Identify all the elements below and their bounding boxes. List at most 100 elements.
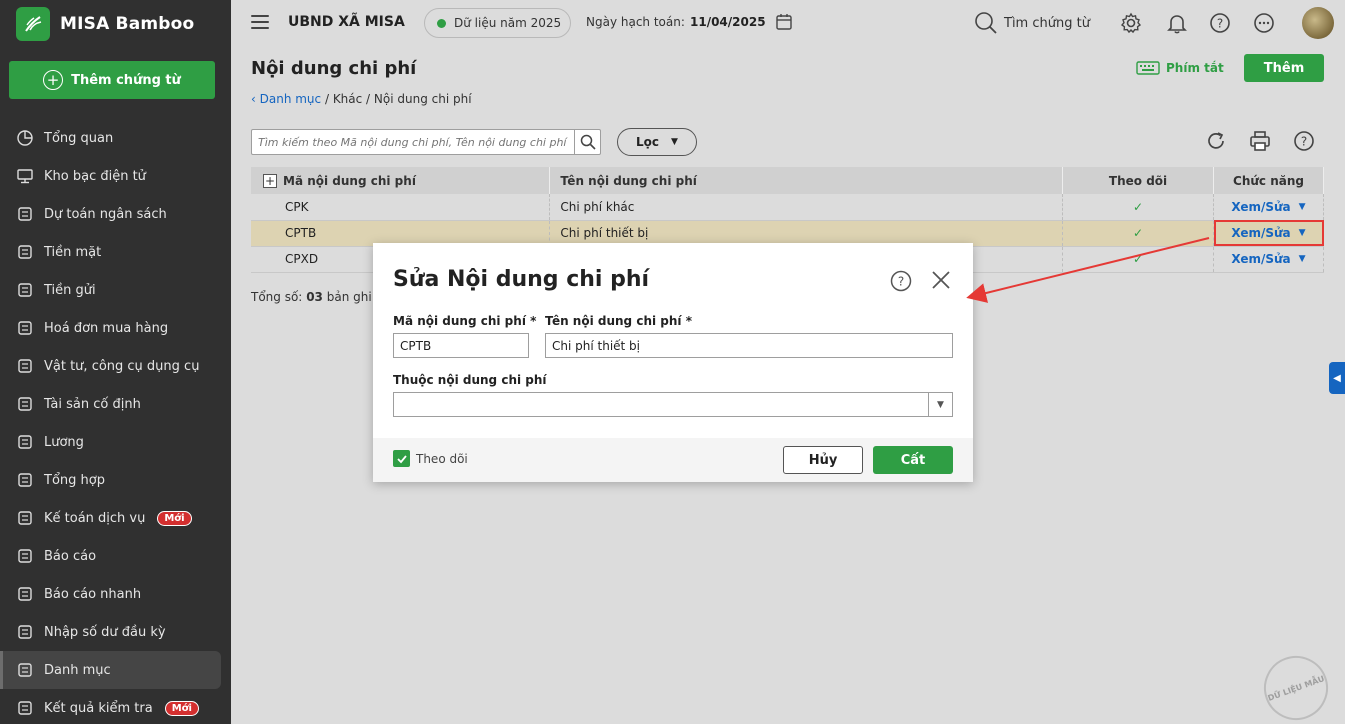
sidebar-item-0[interactable]: Tổng quan	[0, 119, 231, 157]
svg-text:?: ?	[1301, 135, 1307, 149]
refresh-icon[interactable]	[1205, 130, 1227, 156]
checkmark-icon	[393, 450, 410, 467]
sidebar-item-14[interactable]: Danh mục	[0, 651, 221, 689]
shortcut-label: Phím tắt	[1166, 61, 1224, 75]
sidebar-item-label: Báo cáo	[44, 548, 97, 564]
data-year-selector[interactable]: Dữ liệu năm 2025	[424, 8, 571, 38]
view-edit-link[interactable]: Xem/Sửa	[1231, 252, 1290, 266]
sidebar-item-12[interactable]: Báo cáo nhanh	[0, 575, 231, 613]
caret-down-icon[interactable]: ▼	[1299, 254, 1306, 264]
view-edit-link[interactable]: Xem/Sửa	[1231, 200, 1290, 214]
tools-icon	[18, 359, 32, 373]
sidebar-item-1[interactable]: Kho bạc điện tử	[0, 157, 231, 195]
summary-icon	[18, 473, 32, 487]
voucher-search[interactable]: Tìm chứng từ	[974, 11, 1090, 35]
track-checkbox-label: Theo dõi	[416, 451, 468, 466]
hamburger-menu-icon[interactable]	[251, 15, 269, 29]
chevron-left-icon: ◀	[1333, 372, 1341, 384]
cell-track: ✓	[1062, 220, 1214, 247]
sidebar-item-10[interactable]: Kế toán dịch vụ Mới	[0, 499, 231, 537]
sidebar-item-label: Lương	[44, 434, 84, 450]
sidebar-item-label: Vật tư, công cụ dụng cụ	[44, 358, 200, 374]
column-header-code[interactable]: + Mã nội dung chi phí	[251, 167, 551, 194]
edit-expense-dialog: Sửa Nội dung chi phí ? Mã nội dung chi p…	[373, 243, 973, 482]
save-button[interactable]: Cất	[873, 446, 953, 474]
sidebar-item-3[interactable]: Tiền mặt	[0, 233, 231, 271]
breadcrumb-back-link[interactable]: ‹ Danh mục	[251, 92, 321, 106]
code-field[interactable]: CPTB	[393, 333, 529, 358]
sidebar-item-6[interactable]: Vật tư, công cụ dụng cụ	[0, 347, 231, 385]
caret-down-icon[interactable]: ▼	[1299, 202, 1306, 212]
calendar-icon[interactable]	[775, 13, 793, 35]
help-icon[interactable]: ?	[890, 270, 912, 296]
column-header-name[interactable]: Tên nội dung chi phí	[549, 167, 1064, 194]
sidebar-item-11[interactable]: Báo cáo	[0, 537, 231, 575]
salary-icon	[18, 435, 32, 449]
sidebar-item-8[interactable]: Lương	[0, 423, 231, 461]
sidebar-item-15[interactable]: Kết quả kiểm tra Mới	[0, 689, 231, 724]
monitor-icon	[17, 169, 33, 184]
shortcut-button[interactable]: Phím tắt	[1136, 60, 1224, 76]
gear-icon[interactable]	[1120, 12, 1142, 38]
sidebar-item-13[interactable]: Nhập số dư đầu kỳ	[0, 613, 231, 651]
sidebar-item-label: Hoá đơn mua hàng	[44, 320, 169, 336]
bamboo-logo-icon	[16, 7, 50, 41]
sidebar-item-label: Kế toán dịch vụ	[44, 510, 146, 526]
accounting-date-label: Ngày hạch toán:	[586, 15, 685, 29]
search-icon[interactable]	[574, 130, 600, 154]
close-icon[interactable]	[930, 269, 952, 295]
caret-down-icon: ▼	[671, 137, 678, 147]
bell-icon[interactable]	[1166, 12, 1188, 38]
invoice-icon	[18, 321, 32, 335]
sidebar-item-label: Tổng quan	[44, 130, 114, 146]
new-badge: Mới	[164, 700, 199, 716]
cash-icon	[18, 245, 32, 259]
cell-actions: Xem/Sửa ▼	[1213, 220, 1324, 247]
more-icon[interactable]	[1253, 12, 1275, 38]
sidebar-item-label: Kết quả kiểm tra	[44, 700, 153, 716]
user-avatar[interactable]	[1302, 7, 1334, 39]
sidebar-item-2[interactable]: Dự toán ngân sách	[0, 195, 231, 233]
sidebar-item-4[interactable]: Tiền gửi	[0, 271, 231, 309]
printer-icon[interactable]	[1249, 130, 1271, 156]
view-edit-link[interactable]: Xem/Sửa	[1231, 226, 1290, 240]
data-year-label: Dữ liệu năm 2025	[454, 16, 562, 30]
name-field[interactable]: Chi phí thiết bị	[545, 333, 953, 358]
sidebar-item-label: Tài sản cố định	[44, 396, 141, 412]
quick-report-icon	[18, 587, 32, 601]
report-icon	[18, 549, 32, 563]
organization-name[interactable]: UBND XÃ MISA	[288, 14, 405, 30]
table-search	[251, 129, 601, 155]
track-checkbox[interactable]: Theo dõi	[393, 450, 468, 467]
asset-icon	[18, 397, 32, 411]
caret-down-icon[interactable]: ▼	[928, 393, 952, 416]
cell-track: ✓	[1062, 194, 1214, 221]
add-button[interactable]: Thêm	[1244, 54, 1324, 82]
add-voucher-button[interactable]: + Thêm chứng từ	[9, 61, 215, 99]
sidebar-item-label: Tiền mặt	[44, 244, 102, 260]
sidebar-item-label: Báo cáo nhanh	[44, 586, 142, 602]
expand-all-icon[interactable]: +	[263, 173, 277, 188]
new-badge: Mới	[157, 510, 192, 526]
sidebar-item-7[interactable]: Tài sản cố định	[0, 385, 231, 423]
column-header-track[interactable]: Theo dõi	[1062, 167, 1214, 194]
filter-button[interactable]: Lọc ▼	[617, 128, 697, 156]
cell-actions: Xem/Sửa ▼	[1213, 246, 1324, 273]
app-logo[interactable]: MISA Bamboo	[0, 0, 231, 48]
help-icon[interactable]: ?	[1209, 12, 1231, 38]
side-panel-toggle[interactable]: ◀	[1329, 362, 1345, 394]
sidebar-item-9[interactable]: Tổng hợp	[0, 461, 231, 499]
help-icon[interactable]: ?	[1293, 130, 1315, 156]
cancel-button[interactable]: Hủy	[783, 446, 863, 474]
check-result-icon	[18, 701, 32, 715]
budget-icon	[18, 207, 32, 221]
sidebar-item-5[interactable]: Hoá đơn mua hàng	[0, 309, 231, 347]
total-records: Tổng số: 03 bản ghi	[251, 290, 372, 304]
parent-combobox[interactable]: ▼	[393, 392, 953, 417]
table-row[interactable]: CPK Chi phí khác ✓ Xem/Sửa ▼	[251, 194, 1324, 221]
accounting-date-value[interactable]: 11/04/2025	[690, 15, 766, 29]
table-search-input[interactable]	[252, 135, 574, 149]
deposit-icon	[18, 283, 32, 297]
caret-down-icon[interactable]: ▼	[1299, 228, 1306, 238]
breadcrumb-rest: / Khác / Nội dung chi phí	[321, 92, 472, 106]
